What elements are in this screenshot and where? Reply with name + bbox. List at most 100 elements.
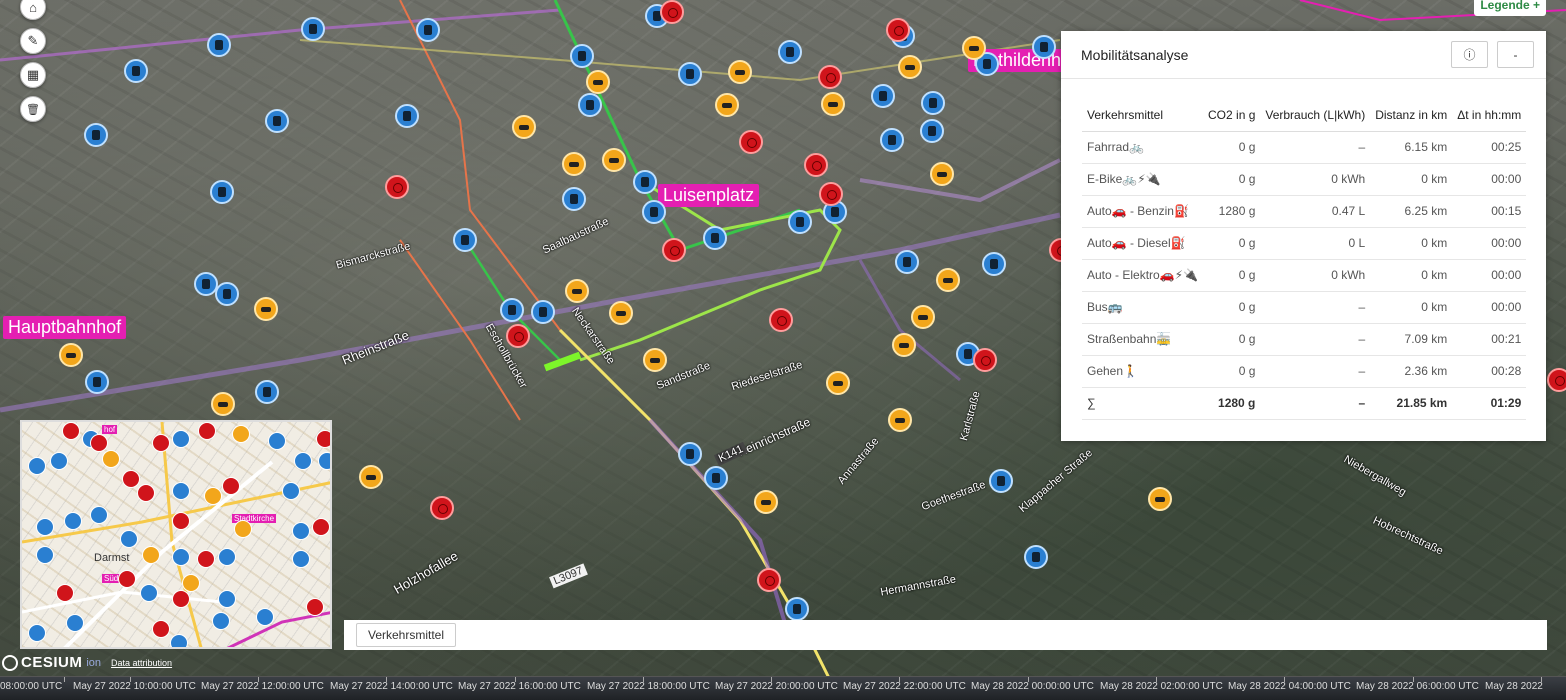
taxi-icon[interactable] — [715, 93, 739, 117]
minimap-taxi-icon[interactable] — [102, 450, 120, 468]
station-icon[interactable] — [506, 324, 530, 348]
bus-stop-icon[interactable] — [871, 84, 895, 108]
minimap-station-icon[interactable] — [152, 620, 170, 638]
bus-stop-icon[interactable] — [982, 252, 1006, 276]
minimap-station-icon[interactable] — [222, 477, 240, 495]
minimap-station-icon[interactable] — [137, 484, 155, 502]
taxi-icon[interactable] — [962, 36, 986, 60]
minimap-bus-stop-icon[interactable] — [90, 506, 108, 524]
taxi-icon[interactable] — [359, 465, 383, 489]
minimap-station-icon[interactable] — [198, 422, 216, 440]
minimap-taxi-icon[interactable] — [142, 546, 160, 564]
minimap-bus-stop-icon[interactable] — [172, 548, 190, 566]
bus-stop-icon[interactable] — [570, 44, 594, 68]
bus-stop-icon[interactable] — [395, 104, 419, 128]
minimap-station-icon[interactable] — [197, 550, 215, 568]
taxi-icon[interactable] — [562, 152, 586, 176]
station-icon[interactable] — [660, 0, 684, 24]
bus-stop-icon[interactable] — [453, 228, 477, 252]
minimap-taxi-icon[interactable] — [234, 520, 252, 538]
bus-stop-icon[interactable] — [562, 187, 586, 211]
bus-stop-icon[interactable] — [207, 33, 231, 57]
timeline[interactable]: 08:00:00 UTC May 27 2022 10:00:00 UTC Ma… — [0, 676, 1566, 700]
minimap-bus-stop-icon[interactable] — [256, 608, 274, 626]
bus-stop-icon[interactable] — [778, 40, 802, 64]
minimap-station-icon[interactable] — [152, 434, 170, 452]
bus-stop-icon[interactable] — [920, 119, 944, 143]
taxi-icon[interactable] — [728, 60, 752, 84]
bus-stop-icon[interactable] — [531, 300, 555, 324]
minimap-station-icon[interactable] — [172, 512, 190, 530]
tools-button[interactable]: ✎ — [20, 28, 46, 54]
station-icon[interactable] — [804, 153, 828, 177]
bus-stop-icon[interactable] — [85, 370, 109, 394]
minimap-bus-stop-icon[interactable] — [28, 457, 46, 475]
minimap-bus-stop-icon[interactable] — [36, 546, 54, 564]
bus-stop-icon[interactable] — [124, 59, 148, 83]
bus-stop-icon[interactable] — [678, 62, 702, 86]
minimap-station-icon[interactable] — [312, 518, 330, 536]
info-button[interactable]: ⓘ — [1451, 41, 1488, 68]
station-icon[interactable] — [769, 308, 793, 332]
minimap-bus-stop-icon[interactable] — [292, 550, 310, 568]
minimap-taxi-icon[interactable] — [232, 425, 250, 443]
minimap-bus-stop-icon[interactable] — [292, 522, 310, 540]
bus-stop-icon[interactable] — [416, 18, 440, 42]
taxi-icon[interactable] — [826, 371, 850, 395]
minimap-bus-stop-icon[interactable] — [28, 624, 46, 642]
minimap-station-icon[interactable] — [122, 470, 140, 488]
station-icon[interactable] — [886, 18, 910, 42]
tab-verkehrsmittel[interactable]: Verkehrsmittel — [356, 623, 457, 647]
taxi-icon[interactable] — [821, 92, 845, 116]
minimap-bus-stop-icon[interactable] — [140, 584, 158, 602]
bus-stop-icon[interactable] — [1032, 35, 1056, 59]
minimap-bus-stop-icon[interactable] — [218, 548, 236, 566]
minimap-station-icon[interactable] — [316, 430, 330, 448]
minimap-taxi-icon[interactable] — [182, 574, 200, 592]
taxi-icon[interactable] — [565, 279, 589, 303]
minimap-bus-stop-icon[interactable] — [170, 634, 188, 647]
minimap-station-icon[interactable] — [172, 590, 190, 608]
minimap-bus-stop-icon[interactable] — [212, 612, 230, 630]
legend-button[interactable]: Legende + — [1474, 0, 1546, 16]
station-icon[interactable] — [819, 182, 843, 206]
minimap-bus-stop-icon[interactable] — [120, 530, 138, 548]
home-button[interactable]: ⌂ — [20, 0, 46, 20]
delete-button[interactable]: 🗑 — [20, 96, 46, 122]
station-icon[interactable] — [385, 175, 409, 199]
station-icon[interactable] — [973, 348, 997, 372]
station-icon[interactable] — [430, 496, 454, 520]
bus-stop-icon[interactable] — [500, 298, 524, 322]
bus-stop-icon[interactable] — [215, 282, 239, 306]
ion-logo[interactable]: ion — [86, 657, 101, 669]
bus-stop-icon[interactable] — [255, 380, 279, 404]
bus-stop-icon[interactable] — [895, 250, 919, 274]
taxi-icon[interactable] — [609, 301, 633, 325]
bus-stop-icon[interactable] — [265, 109, 289, 133]
taxi-icon[interactable] — [930, 162, 954, 186]
minimap-bus-stop-icon[interactable] — [282, 482, 300, 500]
taxi-icon[interactable] — [211, 392, 235, 416]
bus-stop-icon[interactable] — [84, 123, 108, 147]
minimap-station-icon[interactable] — [56, 584, 74, 602]
cesium-logo[interactable]: CESIUM — [2, 654, 82, 671]
bus-stop-icon[interactable] — [642, 200, 666, 224]
bus-stop-icon[interactable] — [678, 442, 702, 466]
bus-stop-icon[interactable] — [788, 210, 812, 234]
bus-stop-icon[interactable] — [921, 91, 945, 115]
place-label-luisenplatz[interactable]: Luisenplatz — [658, 184, 760, 207]
taxi-icon[interactable] — [254, 297, 278, 321]
station-icon[interactable] — [662, 238, 686, 262]
bus-stop-icon[interactable] — [1024, 545, 1048, 569]
taxi-icon[interactable] — [888, 408, 912, 432]
overview-minimap[interactable]: hof Stadtkirche Darmst Süd — [20, 420, 332, 649]
taxi-icon[interactable] — [892, 333, 916, 357]
minimap-station-icon[interactable] — [90, 434, 108, 452]
minimap-bus-stop-icon[interactable] — [66, 614, 84, 632]
minimap-bus-stop-icon[interactable] — [64, 512, 82, 530]
station-icon[interactable] — [818, 65, 842, 89]
taxi-icon[interactable] — [911, 305, 935, 329]
station-icon[interactable] — [1547, 368, 1566, 392]
taxi-icon[interactable] — [602, 148, 626, 172]
layers-button[interactable]: ▦ — [20, 62, 46, 88]
